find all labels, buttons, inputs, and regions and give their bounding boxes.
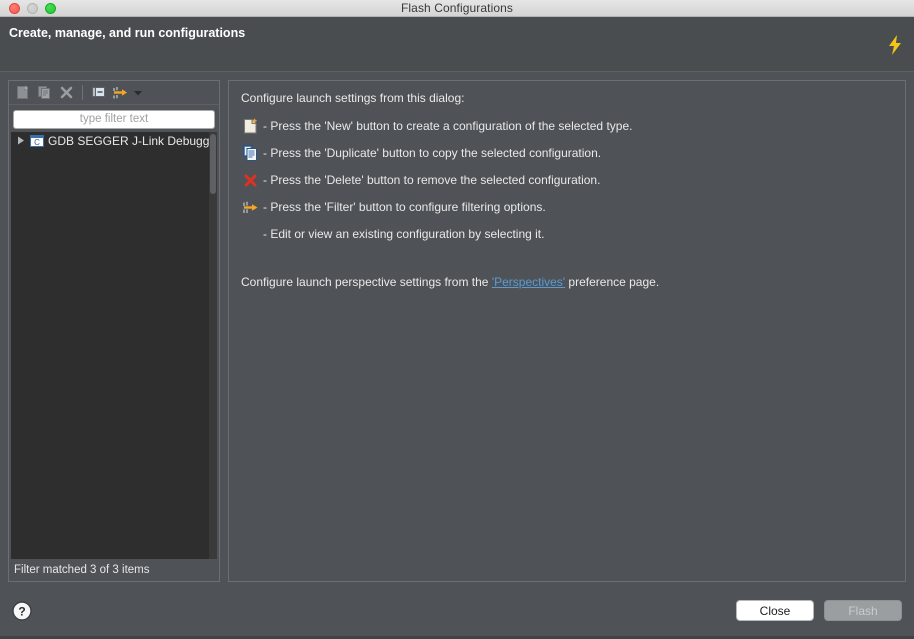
instruction-row-delete: - Press the 'Delete' button to remove th… bbox=[241, 171, 893, 193]
instruction-row-duplicate: - Press the 'Duplicate' button to copy t… bbox=[241, 144, 893, 166]
configurations-toolbar bbox=[9, 81, 219, 105]
tree-item-label: GDB SEGGER J-Link Debugging bbox=[48, 133, 217, 148]
duplicate-configuration-button[interactable] bbox=[35, 83, 54, 102]
dialog-footer: ? Close Flash bbox=[0, 582, 914, 639]
instruction-row-filter: - Press the 'Filter' button to configure… bbox=[241, 198, 893, 220]
configurations-panel: C GDB SEGGER J-Link Debugging Filter mat… bbox=[8, 80, 220, 582]
configurations-tree[interactable]: C GDB SEGGER J-Link Debugging bbox=[11, 131, 217, 559]
tree-scrollbar-thumb[interactable] bbox=[210, 133, 216, 194]
delete-x-icon bbox=[241, 171, 259, 189]
toolbar-separator bbox=[82, 85, 83, 100]
perspectives-link[interactable]: 'Perspectives' bbox=[492, 275, 565, 289]
instruction-row-new: - Press the 'New' button to create a con… bbox=[241, 117, 893, 139]
search-input[interactable] bbox=[13, 109, 215, 129]
flash-button: Flash bbox=[824, 600, 902, 621]
window-title: Flash Configurations bbox=[400, 1, 514, 15]
instruction-text: - Press the 'Filter' button to configure… bbox=[263, 200, 546, 214]
instruction-text: - Press the 'Delete' button to remove th… bbox=[263, 173, 601, 187]
footer-button-group: Close Flash bbox=[736, 600, 902, 621]
maximize-window-button[interactable] bbox=[45, 2, 56, 14]
c-file-icon: C bbox=[30, 134, 44, 148]
window-title-bar: Flash Configurations bbox=[0, 0, 914, 17]
instruction-text: - Press the 'Duplicate' button to copy t… bbox=[263, 146, 602, 160]
traffic-light-group bbox=[9, 2, 56, 14]
svg-text:?: ? bbox=[18, 604, 25, 618]
tree-item-gdb-segger-jlink[interactable]: C GDB SEGGER J-Link Debugging bbox=[11, 132, 217, 150]
filter-status-text: Filter matched 3 of 3 items bbox=[9, 559, 219, 581]
instruction-text: - Press the 'New' button to create a con… bbox=[263, 119, 633, 133]
minimize-window-button[interactable] bbox=[27, 2, 38, 14]
instruction-text: - Edit or view an existing configuration… bbox=[263, 227, 545, 241]
svg-text:C: C bbox=[34, 138, 40, 147]
instructions-panel: Configure launch settings from this dial… bbox=[228, 80, 906, 582]
duplicate-document-icon bbox=[241, 144, 259, 162]
filter-button[interactable] bbox=[111, 83, 130, 102]
help-question-icon[interactable]: ? bbox=[12, 600, 32, 621]
new-document-icon bbox=[241, 117, 259, 135]
new-configuration-button[interactable] bbox=[13, 83, 32, 102]
page-title: Create, manage, and run configurations bbox=[9, 26, 246, 40]
filter-arrow-icon bbox=[241, 198, 259, 216]
instructions-intro: Configure launch settings from this dial… bbox=[241, 91, 465, 105]
triangle-right-icon[interactable] bbox=[15, 135, 26, 146]
collapse-all-button[interactable] bbox=[89, 83, 108, 102]
lightning-bolt-icon bbox=[886, 34, 904, 56]
dialog-body: C GDB SEGGER J-Link Debugging Filter mat… bbox=[0, 72, 914, 582]
delete-configuration-button[interactable] bbox=[57, 83, 76, 102]
perspectives-note: Configure launch perspective settings fr… bbox=[241, 275, 893, 289]
tree-scrollbar[interactable] bbox=[209, 131, 217, 559]
filter-input-wrapper bbox=[9, 105, 219, 132]
instruction-row-edit: - Edit or view an existing configuration… bbox=[241, 225, 893, 247]
dialog-header: Create, manage, and run configurations bbox=[0, 17, 914, 72]
chevron-down-icon[interactable] bbox=[133, 83, 142, 102]
perspectives-note-prefix: Configure launch perspective settings fr… bbox=[241, 275, 492, 289]
perspectives-note-suffix: preference page. bbox=[565, 275, 660, 289]
close-window-button[interactable] bbox=[9, 2, 20, 14]
close-button[interactable]: Close bbox=[736, 600, 814, 621]
